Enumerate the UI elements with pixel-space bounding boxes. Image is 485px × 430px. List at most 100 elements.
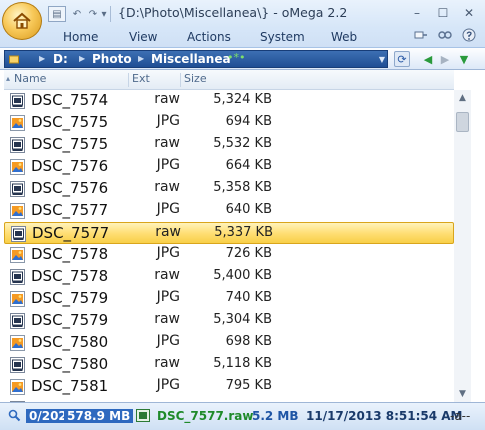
file-row[interactable]: DSC_7581 JPG 795 KB bbox=[4, 376, 454, 398]
file-row[interactable]: DSC_7574 raw 5,324 KB bbox=[4, 90, 454, 112]
file-size: 698 KB bbox=[225, 334, 272, 349]
file-row[interactable]: DSC_7580 JPG 698 KB bbox=[4, 332, 454, 354]
file-ext: JPG bbox=[156, 333, 180, 349]
folder-icon bbox=[9, 54, 19, 64]
file-list[interactable]: DSC_7574 raw 5,324 KB DSC_7575 JPG 694 KB DSC_… bbox=[4, 90, 454, 402]
redo-icon[interactable]: ↷ bbox=[86, 6, 100, 22]
status-bar: 0/202 578.9 MB DSC_7577.raw 5.2 MB 11/17… bbox=[0, 402, 485, 430]
file-size: 5,532 KB bbox=[213, 136, 272, 151]
file-ext: JPG bbox=[156, 289, 180, 305]
file-ext: raw bbox=[155, 224, 181, 240]
scroll-down-icon[interactable]: ▼ bbox=[454, 386, 471, 402]
file-ext: raw bbox=[154, 135, 180, 151]
file-name: DSC_7578 bbox=[31, 245, 109, 263]
file-row[interactable]: DSC_7578 JPG 726 KB bbox=[4, 244, 454, 266]
file-row[interactable]: DSC_7580 raw 5,118 KB bbox=[4, 354, 454, 376]
app-menu-button[interactable] bbox=[2, 2, 42, 40]
menu-system[interactable]: System bbox=[260, 30, 305, 44]
total-size: 578.9 MB bbox=[64, 409, 134, 423]
raw-file-icon bbox=[11, 226, 26, 242]
file-size: 740 KB bbox=[225, 290, 272, 305]
file-name: DSC_7577 bbox=[31, 201, 109, 219]
maximize-button[interactable]: ☐ bbox=[430, 3, 456, 23]
jpg-file-icon bbox=[10, 379, 25, 395]
file-row[interactable]: DSC_7577 JPG 640 KB bbox=[4, 200, 454, 222]
image-file-icon bbox=[136, 409, 150, 425]
breadcrumb-drive[interactable]: D: bbox=[53, 52, 68, 66]
title-bar: ▤ ↶ ↷ ▾ {D:\Photo\Miscellanea\} - oMega … bbox=[0, 0, 485, 48]
quick-access-separator bbox=[110, 6, 111, 22]
file-row[interactable]: DSC_7576 raw 5,358 KB bbox=[4, 178, 454, 200]
menu-home[interactable]: Home bbox=[63, 30, 98, 44]
jpg-file-icon bbox=[10, 203, 25, 219]
raw-file-icon bbox=[10, 313, 25, 329]
file-row[interactable]: DSC_7579 JPG 740 KB bbox=[4, 288, 454, 310]
file-ext: raw bbox=[154, 355, 180, 371]
file-row[interactable]: DSC_7575 raw 5,532 KB bbox=[4, 134, 454, 156]
current-file-date: 11/17/2013 8:51:54 AM bbox=[306, 409, 463, 423]
raw-file-icon bbox=[10, 269, 25, 285]
file-row[interactable]: DSC_7575 JPG 694 KB bbox=[4, 112, 454, 134]
file-size: 795 KB bbox=[225, 378, 272, 393]
menu-actions[interactable]: Actions bbox=[187, 30, 231, 44]
file-name: DSC_7580 bbox=[31, 333, 109, 351]
jpg-file-icon bbox=[10, 291, 25, 307]
file-attributes: -a-- bbox=[450, 409, 471, 423]
file-name: DSC_7578 bbox=[31, 267, 109, 285]
file-name: DSC_7575 bbox=[31, 135, 109, 153]
file-name: DSC_7581 bbox=[31, 377, 109, 395]
column-divider[interactable] bbox=[180, 73, 181, 87]
breadcrumb-arrow-icon: ▶ bbox=[39, 54, 46, 63]
raw-file-icon bbox=[10, 93, 25, 109]
back-icon[interactable]: ◀ bbox=[420, 51, 436, 67]
search-icon[interactable] bbox=[8, 409, 21, 425]
file-name: DSC_7579 bbox=[31, 289, 109, 307]
file-row[interactable]: DSC_7577 raw 5,337 KB bbox=[4, 222, 454, 244]
jpg-file-icon bbox=[10, 247, 25, 263]
sort-indicator-icon: ▴ bbox=[6, 74, 11, 83]
column-size[interactable]: Size bbox=[184, 72, 207, 85]
breadcrumb-miscellanea[interactable]: Miscellanea bbox=[151, 52, 231, 66]
favorite-star-icon[interactable]: •*• bbox=[227, 51, 245, 64]
file-size: 694 KB bbox=[225, 114, 272, 129]
forward-icon[interactable]: ▶ bbox=[437, 51, 453, 67]
refresh-icon[interactable]: ⟳ bbox=[394, 51, 410, 67]
raw-file-icon bbox=[10, 137, 25, 153]
link-icon[interactable] bbox=[437, 28, 453, 42]
file-row[interactable]: DSC_7578 raw 5,400 KB bbox=[4, 266, 454, 288]
quick-access-dropdown-icon[interactable]: ▾ bbox=[100, 6, 108, 22]
column-name[interactable]: Name bbox=[14, 72, 46, 85]
scroll-up-icon[interactable]: ▲ bbox=[454, 90, 471, 106]
file-name: DSC_7575 bbox=[31, 113, 109, 131]
file-ext: raw bbox=[154, 267, 180, 283]
file-row[interactable]: DSC_7576 JPG 664 KB bbox=[4, 156, 454, 178]
close-button[interactable]: ✕ bbox=[456, 3, 482, 23]
file-size: 5,400 KB bbox=[213, 268, 272, 283]
vertical-scrollbar[interactable]: ▲ ▼ bbox=[454, 90, 471, 402]
file-size: 5,358 KB bbox=[213, 180, 272, 195]
column-divider[interactable] bbox=[128, 73, 129, 87]
column-header: ▴ Name Ext Size bbox=[4, 70, 454, 90]
window-title: {D:\Photo\Miscellanea\} - oMega 2.2 bbox=[118, 5, 348, 20]
ribbon-tools bbox=[413, 28, 477, 42]
breadcrumb-photo[interactable]: Photo bbox=[92, 52, 132, 66]
undo-icon[interactable]: ↶ bbox=[70, 6, 84, 22]
view-mode-icon[interactable]: ▤ bbox=[48, 6, 66, 22]
column-ext[interactable]: Ext bbox=[132, 72, 150, 85]
scroll-thumb[interactable] bbox=[456, 112, 469, 132]
pin-icon[interactable] bbox=[413, 28, 429, 42]
address-dropdown-icon[interactable]: ▼ bbox=[379, 55, 385, 64]
address-bar: ▶ D: ▶ Photo ▶ Miscellanea •*• ▼ ⟳ ◀ ▶ ▼ bbox=[0, 48, 485, 70]
minimize-button[interactable]: – bbox=[404, 3, 430, 23]
file-size: 640 KB bbox=[225, 202, 272, 217]
menu-web[interactable]: Web bbox=[331, 30, 357, 44]
breadcrumb[interactable]: ▶ D: ▶ Photo ▶ Miscellanea •*• ▼ bbox=[4, 50, 388, 68]
menu-view[interactable]: View bbox=[129, 30, 157, 44]
history-dropdown-icon[interactable]: ▼ bbox=[456, 51, 472, 67]
help-icon[interactable] bbox=[461, 28, 477, 42]
file-row[interactable]: DSC_7579 raw 5,304 KB bbox=[4, 310, 454, 332]
home-icon bbox=[13, 12, 31, 29]
raw-file-icon bbox=[10, 181, 25, 197]
jpg-file-icon bbox=[10, 159, 25, 175]
file-size: 726 KB bbox=[225, 246, 272, 261]
